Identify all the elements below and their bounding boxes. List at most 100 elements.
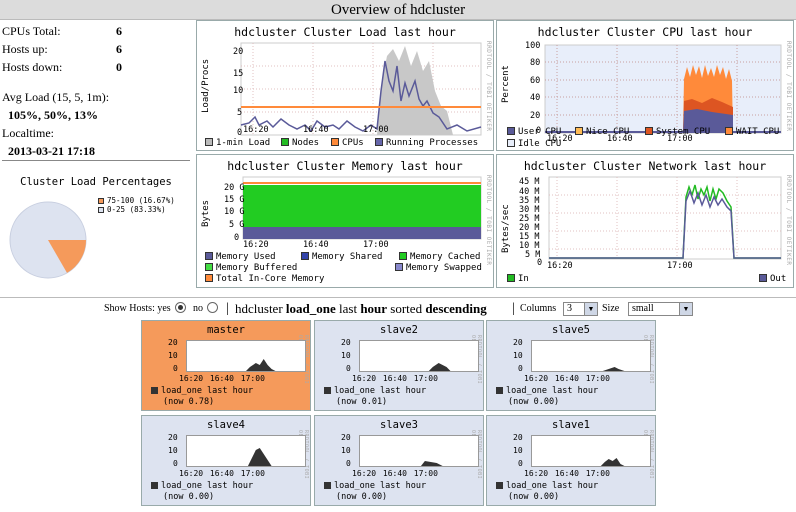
y-tick: 5 G <box>229 220 245 230</box>
chevron-down-icon: ▼ <box>584 303 597 315</box>
legend-item: In <box>507 274 529 284</box>
swatch <box>205 263 213 271</box>
legend-item: Idle CPU <box>507 139 561 149</box>
host-metric: load_one last hour <box>161 481 254 491</box>
host-card-slave1[interactable]: slave1RRDTOOL / TOBI OETIKER2010016:20 1… <box>486 415 656 506</box>
y-tick: 10 <box>341 446 351 455</box>
heading-order: descending <box>425 301 487 316</box>
y-tick: 20 <box>168 338 178 347</box>
x-tick: 16:40 <box>303 240 329 250</box>
host-name: slave3 <box>380 419 418 431</box>
legend-item: Memory Swapped <box>395 263 482 273</box>
pie-title: Cluster Load Percentages <box>20 176 172 188</box>
swatch <box>395 263 403 271</box>
legend-label: Out <box>770 274 787 284</box>
legend-label: User CPU <box>518 127 562 137</box>
separator: | <box>512 301 515 316</box>
divider <box>2 160 190 161</box>
host-now-value: (now 0.00) <box>508 492 560 502</box>
host-load-sparkline <box>532 458 650 466</box>
swatch <box>151 482 158 489</box>
swatch <box>399 252 407 260</box>
legend-label: Running Processes <box>386 138 479 148</box>
y-tick: 0 <box>518 459 523 468</box>
swatch <box>331 138 339 146</box>
show-hosts-no-radio[interactable] <box>207 298 218 320</box>
show-hosts-yes-radio[interactable] <box>175 298 186 320</box>
y-tick: 0 <box>237 128 243 138</box>
legend-label: Nodes <box>292 138 320 148</box>
chevron-down-icon: ▼ <box>679 303 692 315</box>
pie-legend-label: 75-100 (16.67%) <box>107 196 175 205</box>
show-hosts-label: Show Hosts: yes <box>104 303 171 314</box>
avg-load-value: 105%, 50%, 13% <box>8 108 98 122</box>
cluster-load-graph[interactable]: hdcluster Cluster Load last hour RRDTOOL… <box>196 20 494 151</box>
host-caption: load_one last hour (now 0.00) <box>151 481 253 503</box>
legend-label: WAIT CPU <box>736 127 780 137</box>
heading-period-pre: last <box>339 301 358 316</box>
swatch <box>98 207 104 213</box>
swatch <box>324 482 331 489</box>
size-value: small <box>632 303 654 314</box>
legend-item: Memory Used <box>205 252 276 262</box>
legend-item: 1-min Load <box>205 138 270 148</box>
swatch <box>496 387 503 394</box>
legend-label: Memory Used <box>216 252 276 262</box>
host-load-sparkline <box>360 363 478 371</box>
host-card-master[interactable]: masterRRDTOOL / TOBI OETIKER2010016:20 1… <box>141 320 311 411</box>
y-tick: 20 <box>233 47 244 57</box>
swatch <box>575 127 583 135</box>
x-ticks: 16:20 16:40 17:00 <box>352 374 438 383</box>
legend-item: User CPU <box>507 127 561 137</box>
columns-select[interactable]: 3 ▼ <box>563 302 598 316</box>
legend-item: Nice CPU <box>575 127 629 137</box>
host-card-slave2[interactable]: slave2RRDTOOL / TOBI OETIKER2010016:20 1… <box>314 320 484 411</box>
swatch <box>281 138 289 146</box>
host-now-value: (now 0.78) <box>163 397 215 407</box>
swatch <box>375 138 383 146</box>
size-label: Size <box>602 303 620 314</box>
summary-row-cpus: CPUs Total: 6 <box>2 22 192 40</box>
cluster-cpu-graph[interactable]: hdcluster Cluster CPU last hour RRDTOOL … <box>496 20 794 151</box>
host-now-value: (now 0.00) <box>508 397 560 407</box>
host-name: slave1 <box>552 419 590 431</box>
host-caption: load_one last hour (now 0.01) <box>324 386 426 408</box>
cluster-memory-graph[interactable]: hdcluster Cluster Memory last hour RRDTO… <box>196 154 494 288</box>
swatch <box>98 198 104 204</box>
host-load-plot <box>531 435 651 467</box>
swatch <box>507 127 515 135</box>
legend-label: Memory Shared <box>312 252 383 262</box>
y-tick: 20 <box>513 433 523 442</box>
legend-label: Total In-Core Memory <box>216 274 325 284</box>
host-card-slave5[interactable]: slave5RRDTOOL / TOBI OETIKER2010016:20 1… <box>486 320 656 411</box>
summary-label: CPUs Total: <box>2 24 61 38</box>
host-metric: load_one last hour <box>506 386 599 396</box>
host-load-plot <box>186 435 306 467</box>
y-tick: 0 <box>518 364 523 373</box>
y-tick: 5 <box>237 108 243 118</box>
legend-item: CPUs <box>331 138 364 148</box>
legend-label: Idle CPU <box>518 139 562 149</box>
show-hosts-no-label: no <box>193 303 203 314</box>
heading-cluster: hdcluster <box>235 301 283 316</box>
swatch <box>759 274 767 282</box>
host-caption: load_one last hour (now 0.00) <box>324 481 426 503</box>
legend-item: Running Processes <box>375 138 478 148</box>
legend-item: WAIT CPU <box>725 127 779 137</box>
x-ticks: 16:20 16:40 17:00 <box>524 374 610 383</box>
page-title: Overview of hdcluster <box>0 0 796 20</box>
summary-row-hosts-down: Hosts down: 0 <box>2 58 192 76</box>
localtime-label: Localtime: <box>2 126 54 140</box>
swatch <box>496 482 503 489</box>
y-tick: 40 <box>530 93 541 103</box>
host-card-slave4[interactable]: slave4RRDTOOL / TOBI OETIKER2010016:20 1… <box>141 415 311 506</box>
legend-item: Nodes <box>281 138 319 148</box>
y-tick: 10 <box>513 351 523 360</box>
cluster-network-graph[interactable]: hdcluster Cluster Network last hour RRDT… <box>496 154 794 288</box>
host-card-slave3[interactable]: slave3RRDTOOL / TOBI OETIKER2010016:20 1… <box>314 415 484 506</box>
legend-label: CPUs <box>342 138 364 148</box>
load-pie-chart <box>9 201 87 279</box>
y-tick: 20 <box>530 111 541 121</box>
size-select[interactable]: small ▼ <box>628 302 693 316</box>
y-tick: 45 M <box>519 177 540 187</box>
